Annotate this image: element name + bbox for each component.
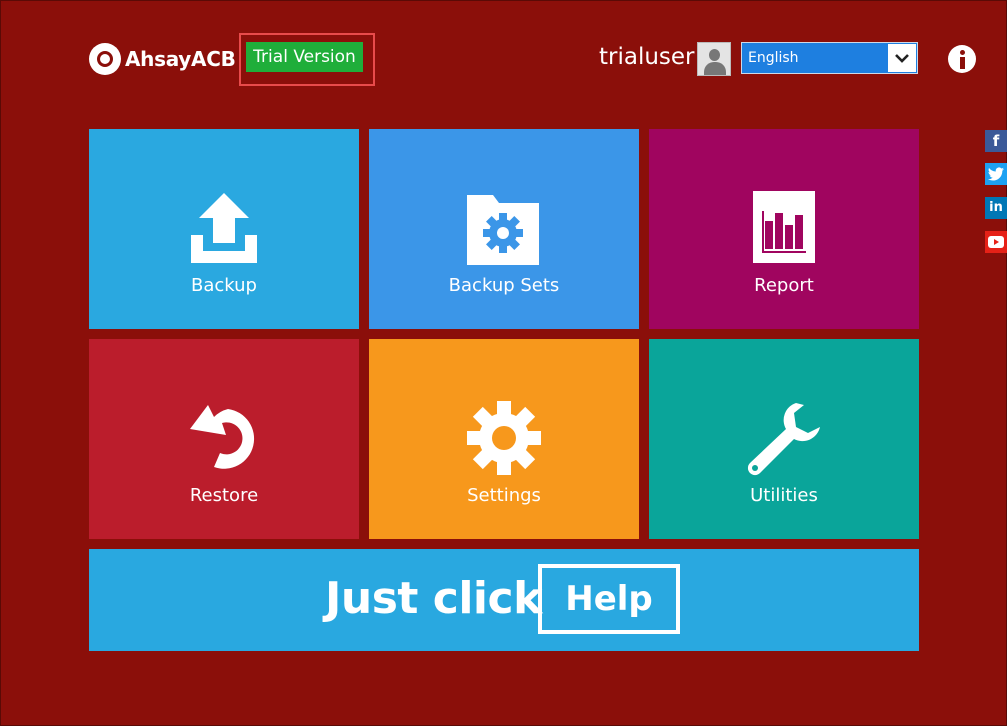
tile-label: Utilities	[750, 485, 818, 506]
twitter-icon[interactable]	[985, 163, 1007, 185]
logo-mark-icon	[89, 43, 121, 75]
user-avatar-icon[interactable]	[697, 42, 731, 76]
logo-text: AhsayACB	[125, 47, 236, 71]
help-button[interactable]: Help	[538, 564, 680, 634]
help-banner-text: Just click	[325, 573, 542, 624]
language-selected-value: English	[748, 50, 799, 66]
tile-label: Report	[754, 275, 814, 296]
username-label: trialuser	[599, 44, 695, 70]
tile-settings[interactable]: Settings	[369, 339, 639, 539]
tile-utilities[interactable]: Utilities	[649, 339, 919, 539]
upload-icon	[191, 193, 257, 263]
folder-gear-icon	[467, 195, 539, 265]
report-chart-icon	[753, 191, 815, 263]
info-icon[interactable]	[948, 45, 976, 73]
app-logo: AhsayACB	[89, 43, 236, 75]
tile-label: Settings	[467, 485, 541, 506]
facebook-icon[interactable]: f	[985, 130, 1007, 152]
tile-label: Restore	[189, 485, 259, 506]
tile-backup-sets[interactable]: Backup Sets	[369, 129, 639, 329]
tile-backup[interactable]: Backup	[89, 129, 359, 329]
restore-icon	[190, 405, 255, 469]
youtube-icon[interactable]	[985, 231, 1007, 253]
gear-icon	[467, 401, 541, 475]
help-banner[interactable]: Just click Help	[89, 549, 919, 651]
tile-label: Backup Sets	[448, 275, 560, 296]
tile-report[interactable]: Report	[649, 129, 919, 329]
linkedin-icon[interactable]: in	[985, 197, 1007, 219]
wrench-icon	[747, 403, 820, 476]
tile-restore[interactable]: Restore	[89, 339, 359, 539]
tile-label: Backup	[191, 275, 257, 296]
chevron-down-icon[interactable]	[888, 44, 916, 72]
language-select[interactable]: English	[741, 42, 918, 74]
trial-version-badge: Trial Version	[246, 42, 363, 72]
